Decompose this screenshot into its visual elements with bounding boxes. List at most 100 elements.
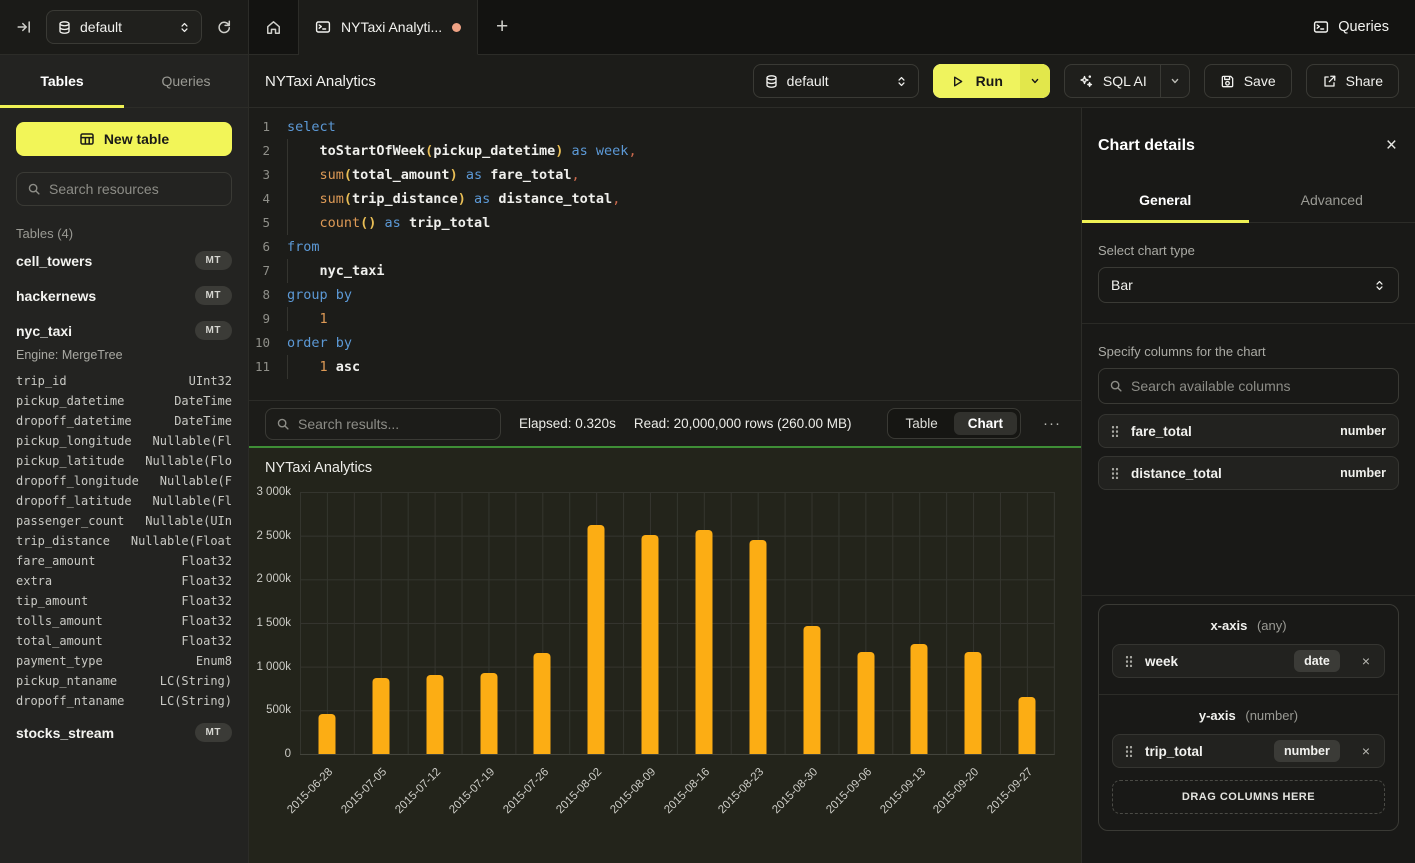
x-axis-tick-label: 2015-07-19 [447, 766, 497, 816]
line-number: 5 [249, 211, 287, 235]
axis-assignment-group: x-axis (any) week date × [1098, 604, 1399, 831]
toolbar-database-selector[interactable]: default [753, 64, 919, 98]
bar[interactable] [588, 525, 605, 754]
bar[interactable] [642, 535, 659, 754]
resource-search [16, 172, 232, 206]
drag-handle-icon[interactable] [1125, 655, 1133, 667]
remove-y-axis-column-button[interactable]: × [1360, 743, 1372, 759]
code-line: 8group by [249, 283, 1081, 307]
queries-button[interactable]: Queries [1287, 0, 1415, 54]
table-name: stocks_stream [16, 725, 114, 741]
column-chip-type: number [1340, 424, 1386, 438]
chart-type-select[interactable]: Bar [1098, 267, 1399, 303]
code-text: 1 [287, 307, 328, 331]
drag-handle-icon[interactable] [1111, 425, 1119, 437]
work-area: 1select2toStartOfWeek(pickup_datetime) a… [249, 108, 1415, 863]
chevron-updown-icon [895, 75, 908, 88]
collapse-sidebar-button[interactable] [12, 15, 36, 39]
bar-slot: 2015-07-19 [462, 492, 516, 754]
line-number: 3 [249, 163, 287, 187]
run-button[interactable]: Run [933, 64, 1050, 98]
drag-columns-dropzone[interactable]: DRAG COLUMNS HERE [1112, 780, 1385, 814]
y-axis-column-chip[interactable]: trip_total number × [1112, 734, 1385, 768]
drag-handle-icon[interactable] [1125, 745, 1133, 757]
x-axis-column-chip[interactable]: week date × [1112, 644, 1385, 678]
y-axis-tick-label: 2 000k [256, 573, 291, 585]
table-row[interactable]: stocks_streamMT [16, 715, 232, 750]
y-axis-tick-label: 2 500k [256, 530, 291, 542]
column-row: fare_amountFloat32 [16, 551, 232, 571]
column-row: payment_typeEnum8 [16, 651, 232, 671]
panel-header: Chart details × [1082, 108, 1415, 179]
search-icon [276, 417, 290, 431]
new-tab-button[interactable]: + [478, 0, 526, 54]
bar[interactable] [911, 644, 928, 754]
bar[interactable] [965, 652, 982, 754]
run-options-caret[interactable] [1020, 64, 1050, 98]
sql-editor[interactable]: 1select2toStartOfWeek(pickup_datetime) a… [249, 108, 1081, 400]
panel-tab-general[interactable]: General [1082, 179, 1249, 222]
chart-type-label: Select chart type [1098, 243, 1399, 258]
bar[interactable] [857, 652, 874, 754]
sql-ai-button[interactable]: SQL AI [1064, 64, 1190, 98]
bar-slot: 2015-08-02 [569, 492, 623, 754]
bar-slot: 2015-09-13 [892, 492, 946, 754]
column-row: pickup_ntanameLC(String) [16, 671, 232, 691]
save-button[interactable]: Save [1204, 64, 1292, 98]
x-axis-tick-label: 2015-09-06 [824, 766, 874, 816]
sql-ai-main[interactable]: SQL AI [1065, 65, 1160, 97]
available-column-chip[interactable]: fare_totalnumber [1098, 414, 1399, 448]
sql-ai-caret[interactable] [1160, 65, 1189, 97]
share-label: Share [1346, 73, 1383, 89]
drag-handle-icon[interactable] [1111, 467, 1119, 479]
y-axis-column-type: number [1274, 740, 1340, 762]
sidebar-tab-queries[interactable]: Queries [124, 55, 248, 107]
new-table-button[interactable]: New table [16, 122, 232, 156]
code-text: 1 asc [287, 355, 360, 379]
line-number: 8 [249, 283, 287, 307]
bar-slots: 2015-06-282015-07-052015-07-122015-07-19… [300, 492, 1054, 754]
sidebar-tab-tables[interactable]: Tables [0, 55, 124, 107]
search-icon [1109, 379, 1123, 393]
resource-search-input[interactable] [49, 181, 221, 197]
table-row[interactable]: hackernewsMT [16, 278, 232, 313]
bar[interactable] [1019, 697, 1036, 754]
column-chip-name: distance_total [1131, 466, 1222, 481]
bar[interactable] [426, 675, 443, 754]
table-row[interactable]: cell_towersMT [16, 243, 232, 278]
query-tab[interactable]: NYTaxi Analyti... [299, 0, 478, 55]
database-selector[interactable]: default [46, 10, 202, 44]
bar[interactable] [695, 530, 712, 754]
more-options-button[interactable]: ··· [1039, 413, 1065, 434]
column-name: pickup_longitude [16, 431, 132, 451]
x-axis-label: x-axis [1210, 618, 1247, 633]
bar[interactable] [534, 653, 551, 754]
column-row: dropoff_datetimeDateTime [16, 411, 232, 431]
home-tab-button[interactable] [249, 0, 299, 54]
run-label: Run [976, 73, 1003, 89]
view-toggle-table[interactable]: Table [891, 412, 951, 435]
bar[interactable] [372, 678, 389, 754]
column-name: dropoff_latitude [16, 491, 132, 511]
bar[interactable] [749, 540, 766, 754]
remove-x-axis-column-button[interactable]: × [1360, 653, 1372, 669]
column-row: pickup_latitudeNullable(Flo [16, 451, 232, 471]
panel-tab-advanced[interactable]: Advanced [1249, 179, 1415, 222]
bar[interactable] [480, 673, 497, 754]
close-panel-button[interactable]: × [1386, 136, 1397, 155]
view-toggle-chart[interactable]: Chart [954, 412, 1017, 435]
columns-search-input[interactable] [1131, 378, 1388, 394]
results-search-input[interactable] [298, 416, 490, 432]
save-label: Save [1244, 73, 1276, 89]
table-row[interactable]: nyc_taxiMT [16, 313, 232, 348]
available-column-chip[interactable]: distance_totalnumber [1098, 456, 1399, 490]
engine-badge: MT [195, 321, 232, 340]
bar[interactable] [803, 626, 820, 754]
bar[interactable] [318, 714, 335, 754]
panel-tabs: General Advanced [1082, 179, 1415, 223]
run-button-main[interactable]: Run [933, 64, 1020, 98]
share-button[interactable]: Share [1306, 64, 1399, 98]
column-type: Float32 [181, 571, 232, 591]
refresh-button[interactable] [212, 15, 236, 39]
code-line: 6from [249, 235, 1081, 259]
